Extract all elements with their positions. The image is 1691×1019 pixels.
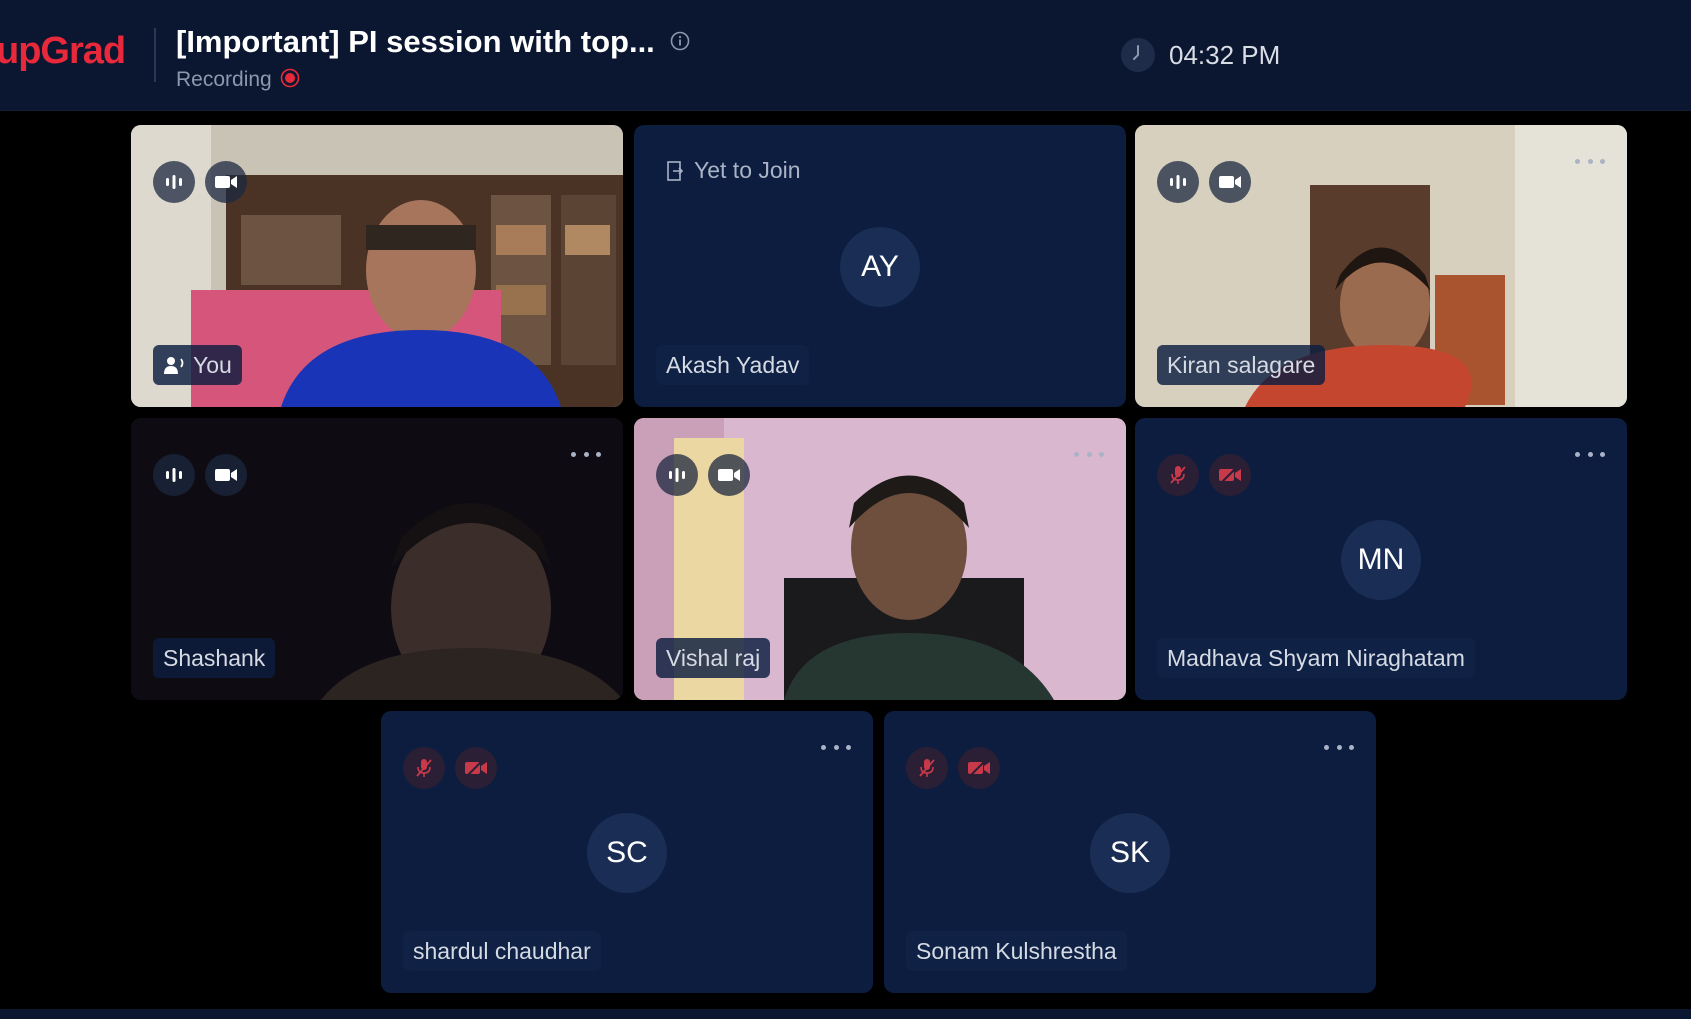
mic-off-button[interactable] — [906, 747, 948, 789]
mic-icon — [669, 468, 685, 482]
more-options-icon[interactable] — [571, 444, 601, 464]
camera-icon — [215, 469, 237, 481]
bottom-bar — [0, 1009, 1691, 1019]
mic-icon — [1170, 175, 1186, 189]
camera-icon — [718, 469, 740, 481]
participant-name: Vishal raj — [656, 638, 771, 678]
mic-off-button[interactable] — [403, 747, 445, 789]
participant-tile-you[interactable]: You — [131, 125, 623, 407]
more-options-icon[interactable] — [1575, 151, 1605, 171]
mic-off-button[interactable] — [1157, 454, 1199, 496]
avatar: MN — [1341, 520, 1421, 600]
mic-button[interactable] — [1157, 161, 1199, 203]
mic-off-icon — [919, 759, 935, 777]
avatar: AY — [840, 227, 920, 307]
participant-name: Madhava Shyam Niraghatam — [1157, 638, 1475, 678]
camera-off-button[interactable] — [1209, 454, 1251, 496]
yet-to-join-status: Yet to Join — [666, 157, 801, 184]
participant-name: Sonam Kulshrestha — [906, 931, 1127, 971]
camera-off-icon — [1219, 465, 1241, 485]
participant-name: Akash Yadav — [656, 345, 810, 385]
camera-button[interactable] — [708, 454, 750, 496]
recording-dot-icon — [280, 68, 300, 88]
active-speaker-icon — [164, 357, 184, 374]
mic-button[interactable] — [153, 454, 195, 496]
camera-icon — [1219, 176, 1241, 188]
join-door-icon — [667, 160, 684, 181]
session-title: [Important] PI session with top... — [176, 24, 655, 59]
more-options-icon[interactable] — [1324, 737, 1354, 757]
participant-tile-vishal-raj[interactable]: Vishal raj — [634, 418, 1126, 700]
camera-button[interactable] — [1209, 161, 1251, 203]
header-divider — [154, 28, 156, 82]
more-options-icon[interactable] — [1575, 444, 1605, 464]
avatar: SK — [1090, 813, 1170, 893]
mic-icon — [166, 175, 182, 189]
clock-icon — [1121, 38, 1155, 72]
mic-button[interactable] — [153, 161, 195, 203]
camera-off-button[interactable] — [455, 747, 497, 789]
participant-name: Kiran salagare — [1157, 345, 1326, 385]
participant-tile-shashank[interactable]: Shashank — [131, 418, 623, 700]
participant-name: Shashank — [153, 638, 276, 678]
participant-tile-akash-yadav[interactable]: Yet to Join AY Akash Yadav — [634, 125, 1126, 407]
recording-label: Recording — [176, 68, 272, 91]
top-bar: upGrad [Important] PI session with top..… — [0, 0, 1691, 111]
more-options-icon[interactable] — [1074, 444, 1104, 464]
participant-name: You — [153, 345, 242, 385]
upgrad-logo: upGrad — [0, 30, 126, 72]
mic-button[interactable] — [656, 454, 698, 496]
camera-off-icon — [465, 758, 487, 778]
participant-tile-shardul-chaudhar[interactable]: SC shardul chaudhar — [381, 711, 873, 993]
clock-time: 04:32 PM — [1169, 40, 1281, 70]
more-options-icon[interactable] — [821, 737, 851, 757]
mic-icon — [166, 468, 182, 482]
mic-off-icon — [1170, 466, 1186, 484]
camera-button[interactable] — [205, 454, 247, 496]
info-icon[interactable] — [670, 31, 690, 51]
participant-tile-kiran-salagare[interactable]: Kiran salagare — [1135, 125, 1627, 407]
camera-button[interactable] — [205, 161, 247, 203]
camera-off-button[interactable] — [958, 747, 1000, 789]
participant-tile-sonam-kulshrestha[interactable]: SK Sonam Kulshrestha — [884, 711, 1376, 993]
camera-off-icon — [968, 758, 990, 778]
mic-off-icon — [416, 759, 432, 777]
participant-tile-madhava-shyam-niraghatam[interactable]: MN Madhava Shyam Niraghatam — [1135, 418, 1627, 700]
camera-icon — [215, 176, 237, 188]
avatar: SC — [587, 813, 667, 893]
participant-name: shardul chaudhar — [403, 931, 601, 971]
